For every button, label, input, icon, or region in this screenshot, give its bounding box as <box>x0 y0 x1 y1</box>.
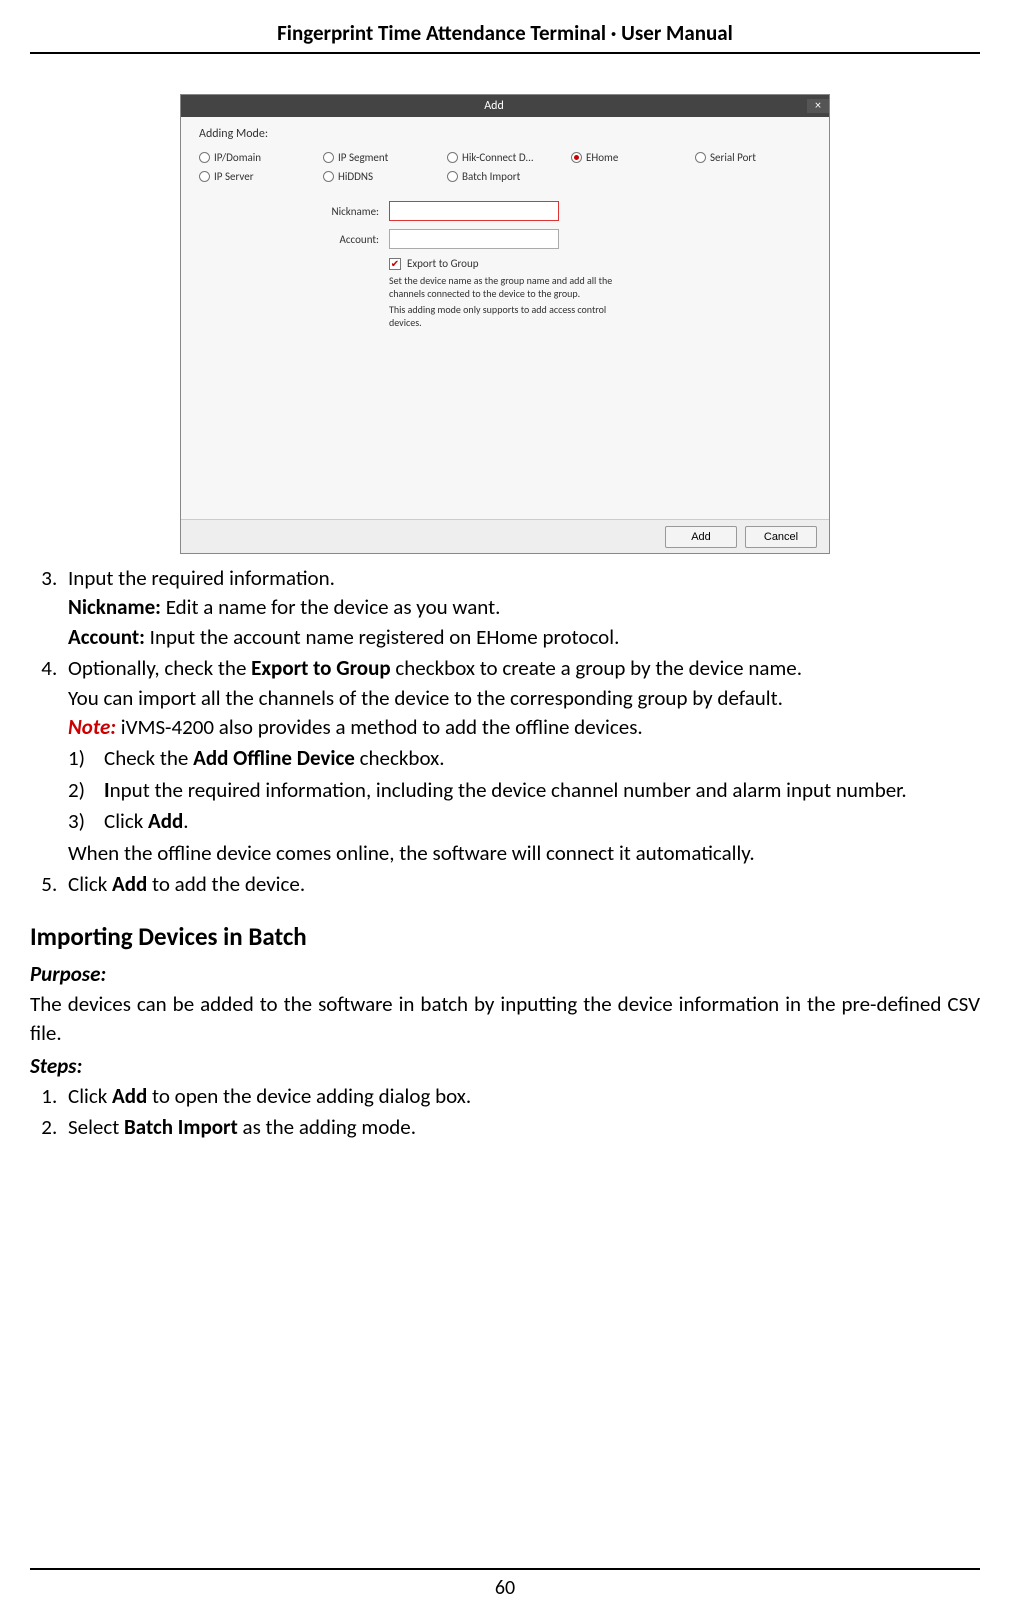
account-input[interactable] <box>389 229 559 249</box>
account-label: Account: <box>299 233 379 246</box>
helper-text-2: This adding mode only supports to add ac… <box>199 303 629 329</box>
nickname-desc: Edit a name for the device as you want. <box>161 594 500 620</box>
step5-a: Click <box>68 871 112 897</box>
sub-num: 1) <box>68 744 94 773</box>
step4-part-c: checkbox to create a group by the device… <box>391 655 802 681</box>
list-item: Click Add to add the device. <box>62 870 980 899</box>
radio-ip-server[interactable]: IP Server <box>199 170 315 183</box>
list-item: Optionally, check the Export to Group ch… <box>62 654 980 868</box>
sub3-b: Add <box>148 808 183 834</box>
radio-icon <box>323 171 334 182</box>
note-label: Note: <box>68 714 116 740</box>
account-row: Account: <box>199 229 811 249</box>
export-to-group-label: Export to Group <box>407 257 479 270</box>
radio-label: Hik-Connect D... <box>462 151 534 164</box>
radio-batch-import[interactable]: Batch Import <box>447 170 563 183</box>
bstep2-a: Select <box>68 1114 124 1140</box>
radio-icon <box>571 152 582 163</box>
radio-label: IP/Domain <box>214 151 261 164</box>
add-dialog: Add × Adding Mode: IP/Domain IP Segment … <box>180 94 830 554</box>
purpose-label: Purpose: <box>30 960 980 989</box>
page-number: 60 <box>30 1568 980 1600</box>
step5-b: Add <box>112 871 147 897</box>
steps-label: Steps: <box>30 1052 980 1081</box>
account-term: Account: <box>68 624 145 650</box>
purpose-text: The devices can be added to the software… <box>30 990 980 1049</box>
radio-label: HiDDNS <box>338 170 373 183</box>
bstep2-b: Batch Import <box>124 1114 238 1140</box>
radio-ehome[interactable]: EHome <box>571 151 687 164</box>
bstep1-a: Click <box>68 1083 112 1109</box>
add-button[interactable]: Add <box>665 526 737 548</box>
checkbox-icon: ✔ <box>389 258 401 270</box>
step-text: Input the required information. <box>68 565 335 591</box>
dialog-titlebar: Add × <box>181 95 829 117</box>
step4-line2: You can import all the channels of the d… <box>68 684 980 713</box>
sub3-a: Click <box>104 808 148 834</box>
radio-label: Serial Port <box>710 151 756 164</box>
document-content: Input the required information. Nickname… <box>30 564 980 1143</box>
radio-icon <box>323 152 334 163</box>
radio-icon <box>199 171 210 182</box>
adding-mode-label: Adding Mode: <box>199 127 811 141</box>
dialog-body: Adding Mode: IP/Domain IP Segment Hik-Co… <box>181 117 829 519</box>
sub-num: 3) <box>68 807 94 836</box>
nickname-label: Nickname: <box>299 205 379 218</box>
main-steps-list: Input the required information. Nickname… <box>30 564 980 899</box>
bstep1-b: Add <box>112 1083 147 1109</box>
radio-label: IP Segment <box>338 151 388 164</box>
radio-icon <box>695 152 706 163</box>
step5-c: to add the device. <box>147 871 305 897</box>
sub1-a: Check the <box>104 745 193 771</box>
cancel-button[interactable]: Cancel <box>745 526 817 548</box>
sub-steps-list: 1) Check the Add Offline Device checkbox.… <box>68 744 980 836</box>
step4-part-b: Export to Group <box>251 655 390 681</box>
radio-ip-segment[interactable]: IP Segment <box>323 151 439 164</box>
list-item: Select Batch Import as the adding mode. <box>62 1113 980 1142</box>
radio-serial-port[interactable]: Serial Port <box>695 151 811 164</box>
sub1-b: Add Offline Device <box>193 745 355 771</box>
radio-label: EHome <box>586 151 618 164</box>
radio-icon <box>447 152 458 163</box>
sub3-c: . <box>183 808 188 834</box>
list-item: 1) Check the Add Offline Device checkbox. <box>68 744 980 773</box>
helper-text-1: Set the device name as the group name an… <box>199 274 629 300</box>
bstep1-c: to open the device adding dialog box. <box>147 1083 471 1109</box>
radio-ip-domain[interactable]: IP/Domain <box>199 151 315 164</box>
nickname-row: Nickname: <box>199 201 811 221</box>
dialog-title: Add <box>181 99 807 113</box>
radio-icon <box>447 171 458 182</box>
step4-tail: When the offline device comes online, th… <box>68 839 980 868</box>
batch-steps-list: Click Add to open the device adding dial… <box>30 1082 980 1143</box>
export-to-group-row[interactable]: ✔ Export to Group <box>199 257 811 270</box>
bstep2-c: as the adding mode. <box>238 1114 416 1140</box>
page-header-title: Fingerprint Time Attendance Terminal · U… <box>30 20 980 54</box>
radio-label: Batch Import <box>462 170 520 183</box>
list-item: Click Add to open the device adding dial… <box>62 1082 980 1111</box>
close-icon[interactable]: × <box>807 99 829 113</box>
radio-group: IP/Domain IP Segment Hik-Connect D... EH… <box>199 151 811 183</box>
dialog-footer: Add Cancel <box>181 519 829 553</box>
radio-hik-connect[interactable]: Hik-Connect D... <box>447 151 563 164</box>
list-item: Input the required information. Nickname… <box>62 564 980 652</box>
nickname-term: Nickname: <box>68 594 161 620</box>
note-text: iVMS-4200 also provides a method to add … <box>116 714 643 740</box>
sub2-b: nput the required information, including… <box>110 777 907 803</box>
radio-hiddns[interactable]: HiDDNS <box>323 170 439 183</box>
sub1-c: checkbox. <box>355 745 445 771</box>
radio-label: IP Server <box>214 170 254 183</box>
list-item: 2)Input the required information, includ… <box>68 776 980 805</box>
step4-part-a: Optionally, check the <box>68 655 251 681</box>
list-item: 3) Click Add. <box>68 807 980 836</box>
radio-icon <box>199 152 210 163</box>
sub-num: 2) <box>68 776 94 805</box>
nickname-input[interactable] <box>389 201 559 221</box>
section-heading: Importing Devices in Batch <box>30 919 980 954</box>
account-desc: Input the account name registered on EHo… <box>145 624 619 650</box>
